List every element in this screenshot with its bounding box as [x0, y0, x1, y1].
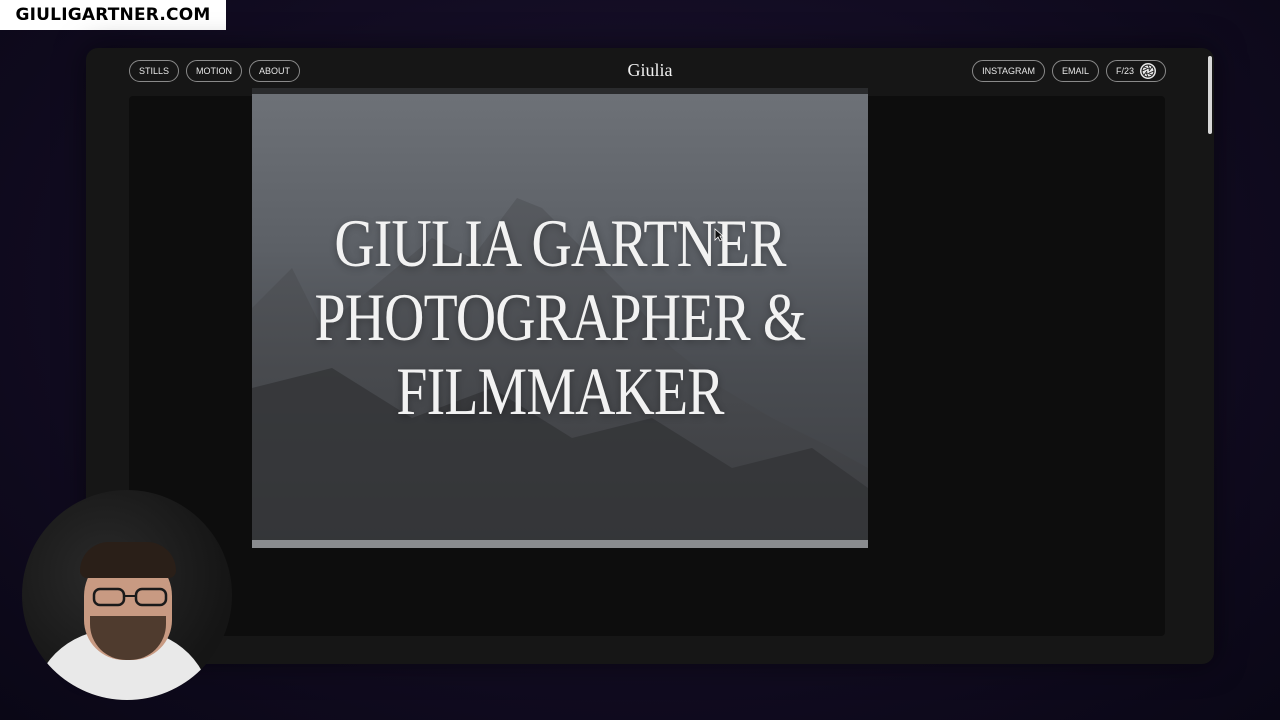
- hero-photo: GIULIA GARTNER PHOTOGRAPHER & FILMMAKER: [252, 88, 868, 548]
- hero-line-name: GIULIA GARTNER: [334, 205, 786, 281]
- cursor-icon: [714, 228, 725, 247]
- frame-counter-button[interactable]: F/23: [1105, 60, 1166, 82]
- hero-line-role-2: FILMMAKER: [396, 353, 724, 429]
- hero-headline: GIULIA GARTNER PHOTOGRAPHER & FILMMAKER: [307, 206, 812, 428]
- instagram-button[interactable]: INSTAGRAM: [972, 60, 1045, 82]
- site-url-tag: GIULIGARTNER.COM: [0, 0, 226, 30]
- hero-line-role: PHOTOGRAPHER &: [314, 279, 807, 355]
- site-logo[interactable]: Giulia: [628, 60, 673, 81]
- nav-about-button[interactable]: ABOUT: [249, 60, 301, 82]
- aperture-icon: [1140, 63, 1156, 79]
- email-button[interactable]: EMAIL: [1051, 60, 1099, 82]
- nav-motion-button[interactable]: MOTION: [186, 60, 243, 82]
- scrollbar[interactable]: [1208, 56, 1212, 134]
- glasses-icon: [92, 587, 168, 607]
- nav-right: INSTAGRAM EMAIL F/23: [972, 60, 1166, 82]
- nav-stills-button[interactable]: STILLS: [129, 60, 180, 82]
- frame-counter-label: F/23: [1115, 66, 1134, 76]
- webcam-overlay: [22, 490, 232, 700]
- webcam-hair: [80, 542, 176, 578]
- nav-left: STILLS MOTION ABOUT: [129, 60, 301, 82]
